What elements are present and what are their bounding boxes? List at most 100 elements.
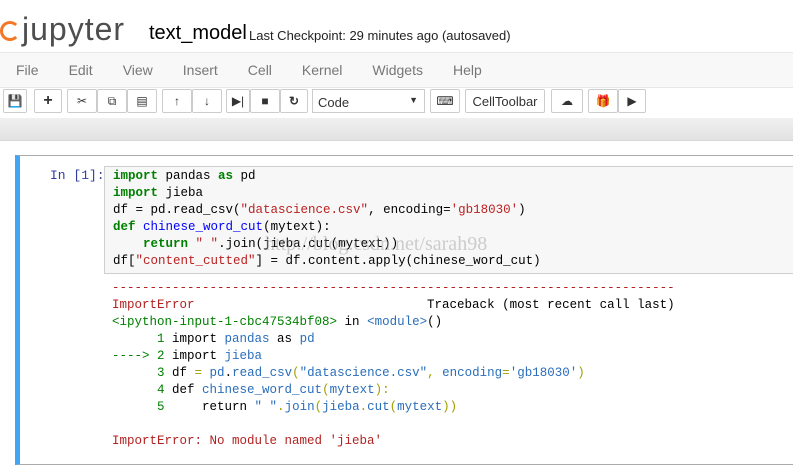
output-line: ImportError Traceback (most recent call …: [112, 297, 675, 314]
menu-edit[interactable]: Edit: [54, 53, 108, 87]
code-token: pd: [209, 366, 225, 380]
code-token: import: [172, 349, 225, 363]
checkpoint-status: Last Checkpoint: 29 minutes ago (autosav…: [249, 28, 511, 43]
menu-view[interactable]: View: [108, 53, 168, 87]
code-token: ----------------------------------------…: [112, 281, 675, 295]
code-token: " ": [195, 237, 219, 251]
output-line: 4 def chinese_word_cut(mytext):: [112, 382, 675, 399]
input-line: def chinese_word_cut(mytext):: [113, 219, 793, 236]
code-token: import: [113, 186, 159, 200]
cell-type-select[interactable]: Code ▼: [312, 89, 425, 113]
output-line: ----------------------------------------…: [112, 280, 675, 297]
celltoolbar-button[interactable]: CellToolbar: [465, 89, 545, 113]
code-token: def: [172, 383, 203, 397]
move-up-icon[interactable]: ↑: [162, 89, 192, 113]
code-token: read_csv: [232, 366, 293, 380]
save-icon[interactable]: 💾: [3, 89, 27, 113]
code-token: df[: [113, 254, 136, 268]
cloud-upload-icon[interactable]: ☁: [551, 89, 583, 113]
input-line: import pandas as pd: [113, 168, 793, 185]
code-token: (: [292, 366, 300, 380]
code-token: return: [172, 400, 255, 414]
code-token: import: [113, 169, 159, 183]
toolbar: 💾 + ✂ ⧉ ▤ ↑ ↓ ▶| ■ ↻ Code ▼ ⌨ CellToolbar…: [0, 88, 793, 118]
code-token: encoding: [442, 366, 503, 380]
code-token: (mytext):: [263, 220, 331, 234]
code-token: pandas: [158, 169, 219, 183]
menu-cell[interactable]: Cell: [233, 53, 287, 87]
code-token: mytext: [397, 400, 443, 414]
code-token: "datascience.csv": [299, 366, 428, 380]
code-token: <ipython-input-1-cbc47534bf08>: [112, 315, 338, 329]
code-token: ImportError: [112, 298, 195, 312]
jupyter-logo-icon: [0, 18, 20, 41]
menu-widgets[interactable]: Widgets: [357, 53, 438, 87]
code-token: ] = df.content.apply(chinese_word_cut): [255, 254, 541, 268]
code-token: )): [442, 400, 458, 414]
code-token: pandas: [224, 332, 278, 346]
paste-icon[interactable]: ▤: [127, 89, 157, 113]
code-token: chinese_word_cut: [202, 383, 323, 397]
code-token: pd: [233, 169, 256, 183]
code-input[interactable]: import pandas as pd import jieba df = pd.r…: [104, 166, 793, 274]
code-token: "datascience.csv": [240, 203, 369, 217]
menubar: File Edit View Insert Cell Kernel Widget…: [0, 52, 793, 88]
move-down-icon[interactable]: ↓: [192, 89, 222, 113]
keyboard-icon[interactable]: ⌨: [430, 89, 460, 113]
code-token: (: [322, 383, 330, 397]
code-token: import: [172, 332, 225, 346]
menu-kernel[interactable]: Kernel: [287, 53, 357, 87]
code-token: df: [172, 366, 195, 380]
input-line: df["content_cutted"] = df.content.apply(…: [113, 253, 793, 270]
stop-icon[interactable]: ■: [250, 89, 280, 113]
add-cell-icon[interactable]: +: [34, 89, 62, 113]
output-line: ----> 2 import jieba: [112, 348, 675, 365]
code-token: (: [314, 400, 323, 414]
copy-icon[interactable]: ⧉: [97, 89, 127, 113]
code-token: 'jieba': [329, 434, 383, 448]
code-token: ): [577, 366, 585, 380]
code-token: <module>: [367, 315, 428, 329]
code-token: ): [518, 203, 526, 217]
cell-type-value: Code: [318, 95, 350, 110]
code-token: " ": [254, 400, 278, 414]
code-token: , encoding=: [368, 203, 451, 217]
run-icon[interactable]: ▶|: [226, 89, 250, 113]
code-token: def: [113, 220, 136, 234]
code-token: =: [194, 366, 210, 380]
code-token: 'gb18030': [450, 203, 519, 217]
output-line: 5 return " ".join(jieba.cut(mytext)): [112, 399, 675, 416]
input-line: return " ".join(jieba.cut(mytext)): [113, 236, 793, 253]
code-token: .: [359, 400, 368, 414]
code-token: : No module named: [194, 434, 330, 448]
code-token: as: [277, 332, 300, 346]
input-prompt: In [1]:: [50, 168, 105, 183]
dropdown-arrow-icon: ▼: [409, 95, 418, 105]
logo-text: jupyter: [22, 11, 126, 47]
code-token: cut: [367, 400, 390, 414]
menu-insert[interactable]: Insert: [168, 53, 233, 87]
menu-file[interactable]: File: [0, 53, 54, 87]
code-token: Traceback (most recent call last): [194, 298, 675, 312]
code-token: ----> 2: [112, 349, 173, 363]
header: jupyter text_model Last Checkpoint: 29 m…: [0, 0, 793, 50]
code-token: join: [284, 400, 315, 414]
notebook-name[interactable]: text_model: [149, 22, 247, 45]
restart-icon[interactable]: ↻: [280, 89, 308, 113]
menu-help[interactable]: Help: [438, 53, 497, 87]
toolbar-separator: [0, 118, 793, 141]
code-token: 3: [112, 366, 173, 380]
code-token: 1: [112, 332, 173, 346]
cut-icon[interactable]: ✂: [67, 89, 97, 113]
code-token: as: [218, 169, 234, 183]
code-token: ):: [374, 383, 390, 397]
present-icon[interactable]: ▶: [618, 89, 646, 113]
gift-icon[interactable]: 🎁: [588, 89, 618, 113]
code-token: .: [224, 366, 233, 380]
code-token: .: [277, 400, 285, 414]
jupyter-logo[interactable]: jupyter: [0, 12, 125, 46]
